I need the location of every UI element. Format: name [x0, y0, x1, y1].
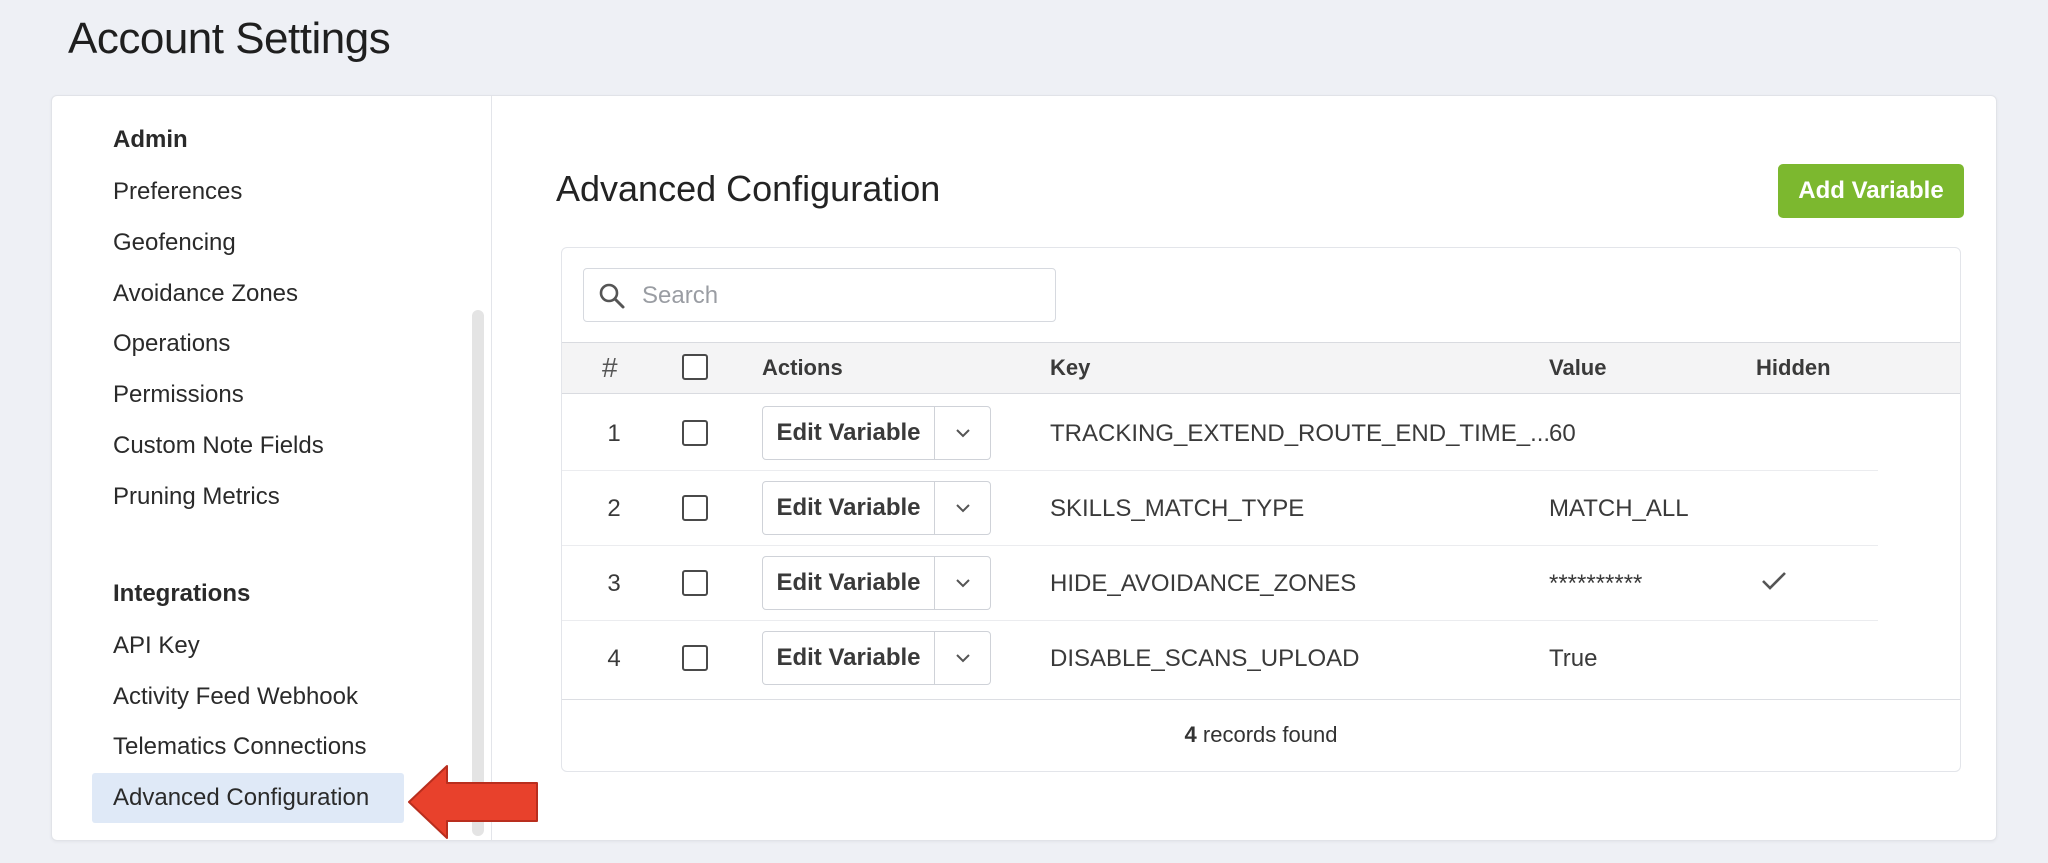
- sidebar-item-api-key[interactable]: API Key: [92, 621, 404, 671]
- row-key: TRACKING_EXTEND_ROUTE_END_TIME_...: [1050, 420, 1551, 447]
- records-count-number: 4: [1184, 722, 1197, 747]
- select-all-checkbox[interactable]: [682, 354, 708, 380]
- pointer-arrow-icon: [407, 764, 539, 845]
- chevron-down-icon[interactable]: [935, 482, 990, 534]
- row-value: 60: [1549, 420, 1576, 447]
- sidebar-item-telematics-connections[interactable]: Telematics Connections: [92, 722, 404, 772]
- table-row: 2 Edit Variable SKILLS_MATCH_TYPE MATCH_…: [562, 471, 1960, 546]
- row-number: 4: [607, 645, 621, 672]
- section-title: Advanced Configuration: [556, 168, 941, 209]
- row-checkbox[interactable]: [682, 495, 708, 521]
- edit-variable-button[interactable]: Edit Variable: [763, 557, 935, 609]
- row-value: True: [1549, 645, 1598, 672]
- chevron-down-icon[interactable]: [935, 407, 990, 459]
- records-count: 4 records found: [562, 700, 1960, 770]
- search-icon: [598, 282, 626, 315]
- row-key: HIDE_AVOIDANCE_ZONES: [1050, 570, 1357, 597]
- sidebar: Admin Preferences Geofencing Avoidance Z…: [52, 96, 492, 840]
- row-checkbox[interactable]: [682, 645, 708, 671]
- sidebar-item-activity-feed-webhook[interactable]: Activity Feed Webhook: [92, 672, 404, 722]
- row-number: 2: [607, 495, 621, 522]
- sidebar-scrollbar[interactable]: [472, 310, 484, 836]
- variables-panel: # Actions Key Value Hidden 1 Edit Variab…: [561, 247, 1961, 772]
- sidebar-item-geofencing[interactable]: Geofencing: [92, 218, 404, 268]
- chevron-down-icon[interactable]: [935, 632, 990, 684]
- sidebar-item-preferences[interactable]: Preferences: [92, 167, 404, 217]
- row-key: SKILLS_MATCH_TYPE: [1050, 495, 1305, 522]
- row-number: 1: [607, 420, 621, 447]
- sidebar-item-pruning-metrics[interactable]: Pruning Metrics: [92, 472, 404, 522]
- table-row: 4 Edit Variable DISABLE_SCANS_UPLOAD Tru…: [562, 621, 1960, 696]
- row-value: **********: [1549, 570, 1643, 597]
- edit-variable-split-button: Edit Variable: [762, 556, 991, 610]
- sidebar-item-custom-note-fields[interactable]: Custom Note Fields: [92, 421, 404, 471]
- edit-variable-split-button: Edit Variable: [762, 481, 991, 535]
- edit-variable-button[interactable]: Edit Variable: [763, 632, 935, 684]
- table-header: # Actions Key Value Hidden: [562, 342, 1960, 394]
- sidebar-item-permissions[interactable]: Permissions: [92, 370, 404, 420]
- row-checkbox[interactable]: [682, 420, 708, 446]
- row-key: DISABLE_SCANS_UPLOAD: [1050, 645, 1360, 672]
- table-row: 3 Edit Variable HIDE_AVOIDANCE_ZONES ***…: [562, 546, 1960, 621]
- sidebar-section-integrations: Integrations: [113, 580, 251, 607]
- sidebar-item-avoidance-zones[interactable]: Avoidance Zones: [92, 269, 404, 319]
- page-title: Account Settings: [68, 14, 391, 63]
- row-number: 3: [607, 570, 621, 597]
- sidebar-section-admin: Admin: [113, 126, 188, 153]
- edit-variable-button[interactable]: Edit Variable: [763, 407, 935, 459]
- edit-variable-split-button: Edit Variable: [762, 631, 991, 685]
- main-content: Advanced Configuration Add Variable # Ac…: [492, 96, 1996, 840]
- row-checkbox[interactable]: [682, 570, 708, 596]
- column-header-actions: Actions: [762, 355, 843, 380]
- chevron-down-icon[interactable]: [935, 557, 990, 609]
- sidebar-item-operations[interactable]: Operations: [92, 319, 404, 369]
- settings-card: Admin Preferences Geofencing Avoidance Z…: [51, 95, 1997, 841]
- column-header-hidden: Hidden: [1756, 355, 1831, 380]
- records-count-label: records found: [1202, 722, 1338, 747]
- table-row: 1 Edit Variable TRACKING_EXTEND_ROUTE_EN…: [562, 396, 1960, 471]
- search-input[interactable]: [642, 277, 1042, 315]
- sidebar-item-advanced-configuration[interactable]: Advanced Configuration: [92, 773, 404, 823]
- column-header-value: Value: [1549, 355, 1607, 380]
- hidden-check-icon: [1760, 542, 1788, 617]
- edit-variable-split-button: Edit Variable: [762, 406, 991, 460]
- add-variable-button[interactable]: Add Variable: [1778, 164, 1964, 218]
- column-header-key: Key: [1050, 355, 1091, 380]
- edit-variable-button[interactable]: Edit Variable: [763, 482, 935, 534]
- row-value: MATCH_ALL: [1549, 495, 1689, 522]
- search-box: [583, 268, 1056, 322]
- column-header-number: #: [602, 352, 618, 383]
